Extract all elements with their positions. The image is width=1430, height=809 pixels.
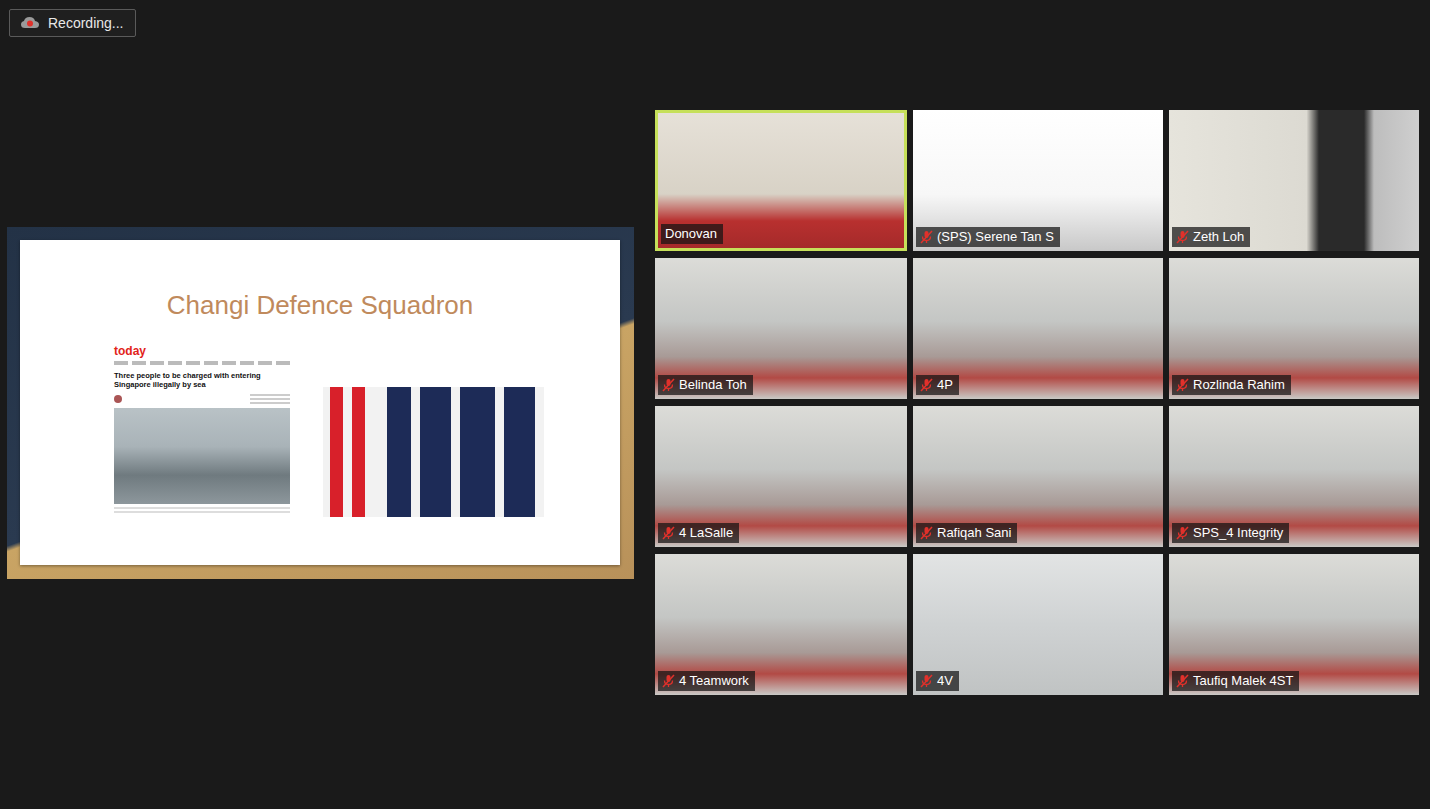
- article-nav: [114, 361, 290, 365]
- participant-label: (SPS) Serene Tan S: [916, 227, 1060, 247]
- participant-name: Taufiq Malek 4ST: [1193, 673, 1293, 689]
- recording-label: Recording...: [48, 15, 123, 31]
- muted-mic-icon: [920, 378, 933, 392]
- news-article: today Three people to be charged with ent…: [114, 344, 290, 515]
- participant-name: Belinda Toh: [679, 377, 747, 393]
- participant-tile[interactable]: Donovan: [655, 110, 907, 251]
- article-caption: [114, 507, 290, 515]
- article-date: [250, 394, 290, 404]
- muted-mic-icon: [662, 674, 675, 688]
- article-photo: [114, 408, 290, 504]
- participant-label: SPS_4 Integrity: [1172, 523, 1289, 543]
- participant-label: Rozlinda Rahim: [1172, 375, 1291, 395]
- recording-indicator[interactable]: Recording...: [9, 9, 136, 37]
- participant-label: 4 Teamwork: [658, 671, 755, 691]
- participant-tile[interactable]: 4 LaSalle: [655, 406, 907, 547]
- muted-mic-icon: [1176, 378, 1189, 392]
- participant-label: 4V: [916, 671, 959, 691]
- participant-label: 4 LaSalle: [658, 523, 739, 543]
- participant-tile[interactable]: Rozlinda Rahim: [1169, 258, 1419, 399]
- participant-name: Rafiqah Sani: [937, 525, 1011, 541]
- participant-name: 4P: [937, 377, 953, 393]
- participant-grid: Donovan (SPS) Serene Tan S Zeth Loh Belinda…: [655, 110, 1419, 695]
- participant-tile[interactable]: Zeth Loh: [1169, 110, 1419, 251]
- muted-mic-icon: [920, 526, 933, 540]
- muted-mic-icon: [662, 526, 675, 540]
- muted-mic-icon: [1176, 230, 1189, 244]
- participant-tile[interactable]: Taufiq Malek 4ST: [1169, 554, 1419, 695]
- participant-name: SPS_4 Integrity: [1193, 525, 1283, 541]
- author-avatar: [114, 395, 122, 403]
- participant-name: Rozlinda Rahim: [1193, 377, 1285, 393]
- slide-body: today Three people to be charged with ent…: [20, 344, 620, 517]
- participant-label: Donovan: [661, 224, 723, 244]
- slide: Changi Defence Squadron today Three people…: [20, 240, 620, 565]
- participant-label: Zeth Loh: [1172, 227, 1250, 247]
- article-source: today: [114, 344, 290, 358]
- muted-mic-icon: [920, 674, 933, 688]
- participant-tile[interactable]: 4 Teamwork: [655, 554, 907, 695]
- article-meta: [114, 394, 290, 404]
- flags-photo: [323, 387, 544, 517]
- participant-name: 4V: [937, 673, 953, 689]
- participant-name: Donovan: [665, 226, 717, 242]
- muted-mic-icon: [1176, 674, 1189, 688]
- participant-tile[interactable]: 4P: [913, 258, 1163, 399]
- participant-name: (SPS) Serene Tan S: [937, 229, 1054, 245]
- muted-mic-icon: [1176, 526, 1189, 540]
- participant-label: Belinda Toh: [658, 375, 753, 395]
- participant-label: Rafiqah Sani: [916, 523, 1017, 543]
- participant-label: 4P: [916, 375, 959, 395]
- participant-name: 4 Teamwork: [679, 673, 749, 689]
- participant-label: Taufiq Malek 4ST: [1172, 671, 1299, 691]
- participant-tile[interactable]: 4V: [913, 554, 1163, 695]
- participant-tile[interactable]: Rafiqah Sani: [913, 406, 1163, 547]
- participant-tile[interactable]: Belinda Toh: [655, 258, 907, 399]
- shared-screen: Changi Defence Squadron today Three people…: [7, 227, 634, 579]
- participant-name: Zeth Loh: [1193, 229, 1244, 245]
- muted-mic-icon: [920, 230, 933, 244]
- article-headline: Three people to be charged with entering…: [114, 371, 290, 389]
- muted-mic-icon: [662, 378, 675, 392]
- participant-tile[interactable]: (SPS) Serene Tan S: [913, 110, 1163, 251]
- slide-title: Changi Defence Squadron: [20, 288, 620, 322]
- recording-icon: [20, 15, 40, 31]
- participant-tile[interactable]: SPS_4 Integrity: [1169, 406, 1419, 547]
- participant-name: 4 LaSalle: [679, 525, 733, 541]
